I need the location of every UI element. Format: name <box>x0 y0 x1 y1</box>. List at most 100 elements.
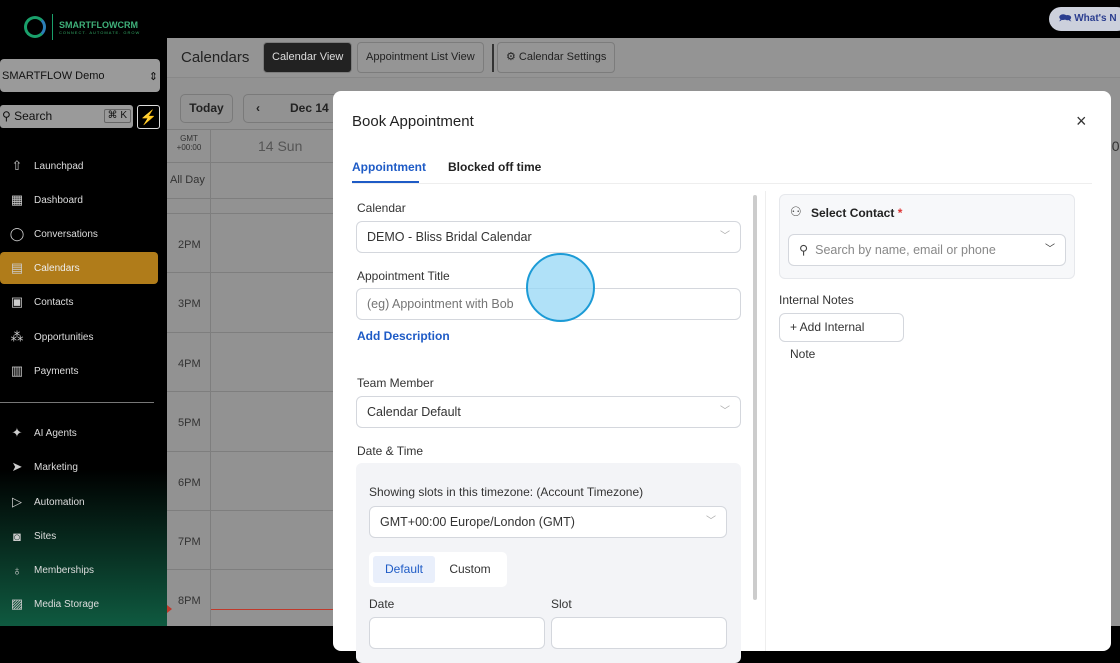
internal-notes-label: Internal Notes <box>779 293 854 307</box>
close-icon[interactable]: × <box>1076 111 1087 132</box>
team-member-label: Team Member <box>357 376 434 390</box>
date-label: Date <box>369 597 395 611</box>
user-icon: ⚇ <box>790 204 802 219</box>
timezone-select[interactable]: GMT+00:00 Europe/London (GMT) ﹀ <box>369 506 727 538</box>
tab-blocked-off-time[interactable]: Blocked off time <box>448 160 541 174</box>
sidebar-item-conversations[interactable]: ◯ Conversations <box>0 218 158 250</box>
hour-label: 8PM <box>178 595 201 608</box>
tab-appointment[interactable]: Appointment <box>352 160 426 174</box>
sidebar-item-label: Calendars <box>34 262 80 274</box>
chevron-down-icon: ﹀ <box>720 406 730 417</box>
brand-logo: SMARTFLOWCRM CONNECT. AUTOMATE. GROW <box>24 14 140 40</box>
timezone-label: GMT +00:00 <box>176 134 202 152</box>
date-time-panel: Showing slots in this timezone: (Account… <box>356 463 741 663</box>
sidebar-item-label: Marketing <box>34 461 78 473</box>
search-label: Search <box>14 109 53 123</box>
contacts-icon: ▣ <box>10 294 24 309</box>
sidebar-item-opportunities[interactable]: ⁂ Opportunities <box>0 321 158 353</box>
payments-icon: ▥ <box>10 363 24 378</box>
brand-tagline: CONNECT. AUTOMATE. GROW <box>59 29 141 35</box>
quick-action-bolt-icon[interactable]: ⚡ <box>137 105 160 129</box>
account-name: SMARTFLOW Demo <box>2 70 105 82</box>
all-day-label: All Day <box>170 174 205 186</box>
sidebar-item-label: Automation <box>34 496 85 508</box>
sidebar-item-payments[interactable]: ▥ Payments <box>0 355 158 387</box>
whats-new-button[interactable]: 🗪 What's N <box>1049 7 1120 31</box>
opportunities-icon: ⁂ <box>10 329 24 344</box>
calendar-select[interactable]: DEMO - Bliss Bridal Calendar ﹀ <box>356 221 741 253</box>
slot-select[interactable] <box>551 617 727 649</box>
sidebar-item-dashboard[interactable]: ▦ Dashboard <box>0 184 158 216</box>
hour-label: 6PM <box>178 476 201 489</box>
chat-icon: 🗪 <box>1059 13 1075 24</box>
calendar-label: Calendar <box>357 201 406 215</box>
sidebar-item-label: Contacts <box>34 296 74 308</box>
page-title: Calendars <box>181 49 250 66</box>
date-nav[interactable]: ‹ Dec 14 <box>243 94 343 123</box>
add-description-link[interactable]: Add Description <box>357 329 450 343</box>
marketing-icon: ➤ <box>11 459 23 474</box>
sidebar-item-ai-agents[interactable]: ✦ AI Agents <box>0 417 158 449</box>
hour-label: 7PM <box>178 536 201 548</box>
chevron-down-icon: ﹀ <box>720 231 730 242</box>
tab-appointment-list-view[interactable]: Appointment List View <box>357 42 484 73</box>
sidebar-item-label: Memberships <box>34 564 95 576</box>
date-picker[interactable] <box>369 617 545 649</box>
current-time-marker <box>167 605 172 613</box>
sidebar: SMARTFLOWCRM CONNECT. AUTOMATE. GROW SMAR… <box>0 0 167 626</box>
chevron-down-icon: ﹀ <box>1045 244 1055 255</box>
updown-icon: ⇕ <box>148 71 158 83</box>
mode-custom[interactable]: Custom <box>439 556 501 583</box>
slot-mode-toggle: Default Custom <box>369 552 507 587</box>
memberships-icon: ♁ <box>12 562 22 578</box>
prev-icon[interactable]: ‹ <box>256 101 260 116</box>
today-button[interactable]: Today <box>180 94 233 123</box>
timezone-label: Showing slots in this timezone: (Account… <box>369 485 644 499</box>
brand-name: SMARTFLOWCRM <box>59 19 138 30</box>
sidebar-item-media-storage[interactable]: ▨ Media Storage <box>0 588 158 620</box>
sidebar-item-label: Conversations <box>34 228 98 240</box>
ai-agents-icon: ✦ <box>11 425 23 440</box>
title-label: Appointment Title <box>357 269 450 283</box>
calendar-settings-button[interactable]: ⚙ Calendar Settings <box>497 42 616 73</box>
hour-label: 4PM <box>178 357 201 370</box>
calendars-icon: ▤ <box>10 260 24 275</box>
sidebar-item-launchpad[interactable]: ⇧ Launchpad <box>0 150 158 182</box>
current-time-line <box>211 609 333 610</box>
scrollbar[interactable] <box>753 195 757 600</box>
gear-icon: ⚙ <box>506 51 519 63</box>
tab-calendar-view[interactable]: Calendar View <box>263 42 353 73</box>
slot-label: Slot <box>551 597 572 611</box>
sidebar-item-label: Opportunities <box>34 331 94 343</box>
sidebar-item-label: Media Storage <box>34 598 100 610</box>
hour-label: 2PM <box>178 239 201 251</box>
hour-label: 3PM <box>178 298 201 311</box>
add-internal-note-button[interactable]: + Add Internal Note <box>779 313 904 361</box>
mode-default[interactable]: Default <box>373 556 435 583</box>
cursor-highlight <box>526 253 595 322</box>
search-icon: ⚲ <box>2 109 15 123</box>
book-appointment-modal: Book Appointment × Appointment Blocked o… <box>333 91 1111 663</box>
shortcut-badge: ⌘ K <box>103 109 131 123</box>
sidebar-item-contacts[interactable]: ▣ Contacts <box>0 286 158 318</box>
team-member-select[interactable]: Calendar Default ﹀ <box>356 396 741 428</box>
sidebar-item-automation[interactable]: ▷ Automation <box>0 486 158 518</box>
select-contact-panel: ⚇ Select Contact * ⚲ Search by name, ema… <box>779 194 1075 279</box>
divider <box>0 402 154 403</box>
account-switcher[interactable]: SMARTFLOW Demo ⇕ <box>0 59 160 92</box>
media-storage-icon: ▨ <box>10 596 24 611</box>
search-button[interactable]: ⚲ Search ⌘ K <box>0 105 133 128</box>
sidebar-item-label: Dashboard <box>34 194 83 206</box>
contact-search-input[interactable]: ⚲ Search by name, email or phone ﹀ <box>788 234 1066 266</box>
chevron-down-icon: ﹀ <box>706 516 716 527</box>
logo-icon <box>24 16 46 38</box>
sidebar-item-marketing[interactable]: ➤ Marketing <box>0 451 158 483</box>
date-range: Dec 14 <box>290 101 329 115</box>
select-contact-label: Select Contact * <box>811 206 903 220</box>
whats-new-label: What's N <box>1074 13 1117 24</box>
dashboard-icon: ▦ <box>10 192 24 207</box>
sidebar-item-sites[interactable]: ◙ Sites <box>0 520 158 552</box>
sidebar-item-label: Payments <box>34 365 79 377</box>
sidebar-item-memberships[interactable]: ♁ Memberships <box>0 554 158 586</box>
sidebar-item-calendars[interactable]: ▤ Calendars <box>0 252 158 284</box>
